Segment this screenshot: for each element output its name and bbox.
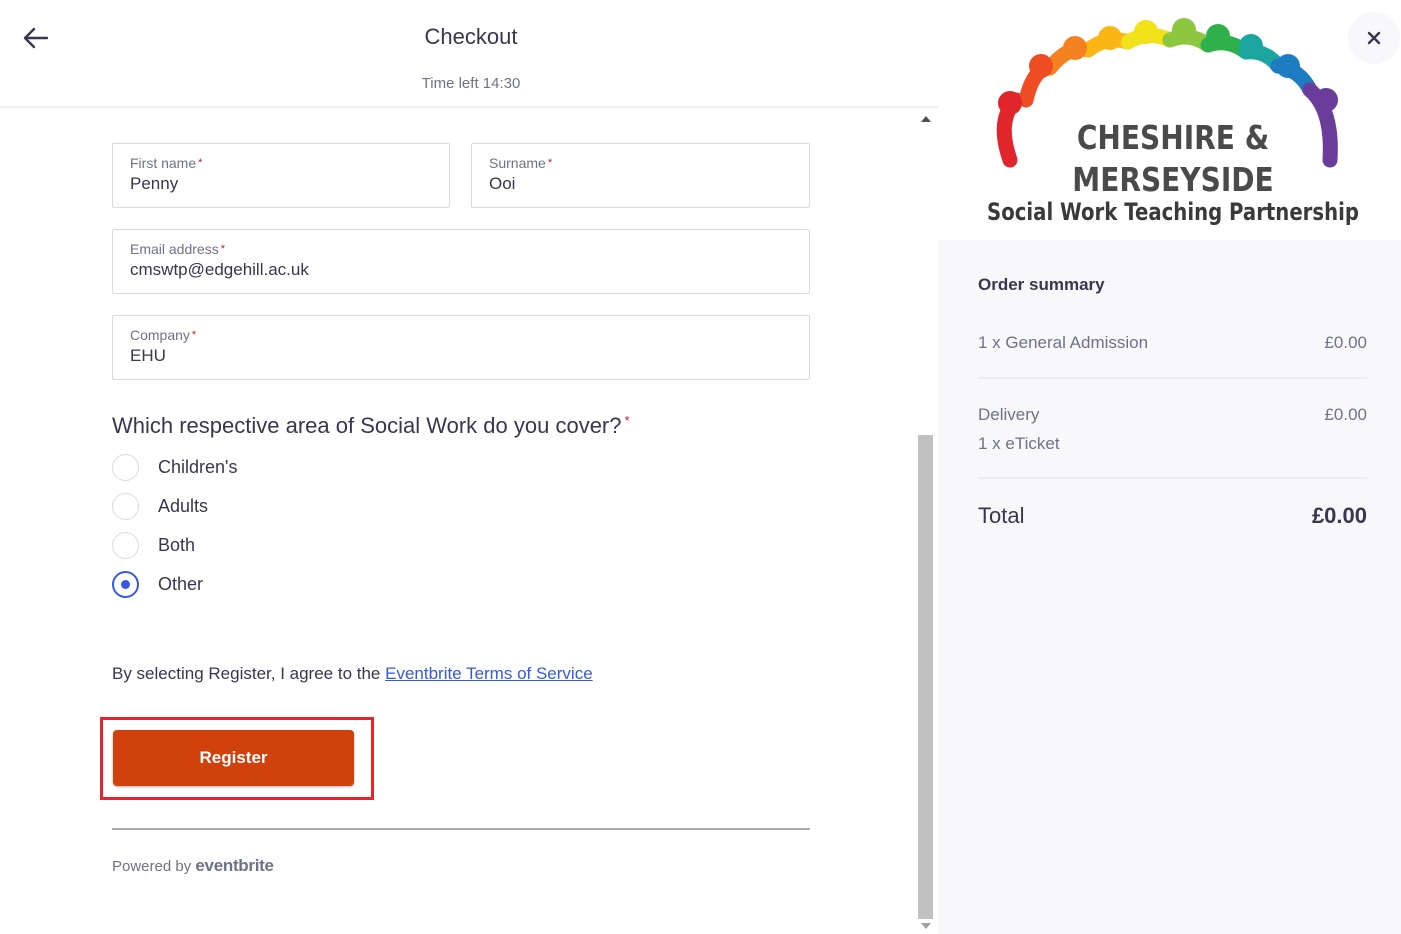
scroll-down-arrow-icon[interactable] bbox=[921, 923, 931, 929]
logo-line-2: MERSEYSIDE bbox=[1072, 160, 1274, 199]
company-field[interactable]: Company * EHU bbox=[112, 315, 810, 380]
radio-label: Adults bbox=[158, 495, 209, 516]
page-title: Checkout bbox=[424, 24, 518, 49]
surname-label: Surname bbox=[489, 155, 546, 171]
question-text: Which respective area of Social Work do … bbox=[112, 413, 622, 438]
terms-text: By selecting Register, I agree to the bbox=[112, 664, 381, 683]
order-summary-title: Order summary bbox=[978, 275, 1105, 294]
required-marker: * bbox=[220, 243, 225, 255]
total-amount: £0.00 bbox=[1311, 503, 1367, 528]
logo-line-1: CHESHIRE & bbox=[1076, 118, 1270, 157]
register-button[interactable]: Register bbox=[113, 730, 354, 786]
radio-button-selected[interactable] bbox=[112, 570, 139, 598]
time-left: Time left 14:30 bbox=[421, 75, 521, 92]
delivery-label: Delivery bbox=[978, 405, 1040, 424]
first-name-field[interactable]: First name * Penny bbox=[112, 143, 450, 208]
radio-option-both[interactable]: Both bbox=[112, 531, 195, 559]
terms-notice: By selecting Register, I agree to the Ev… bbox=[112, 664, 593, 684]
first-name-value[interactable]: Penny bbox=[130, 173, 432, 195]
email-label: Email address bbox=[130, 241, 219, 257]
radio-button[interactable] bbox=[112, 492, 139, 520]
close-icon bbox=[1367, 31, 1381, 45]
checkout-pane: Checkout Time left 14:30 First name * Pen… bbox=[0, 0, 938, 934]
eventbrite-logo[interactable]: eventbrite bbox=[195, 856, 274, 875]
scrollbar-thumb[interactable] bbox=[918, 435, 933, 919]
form-scroll-area[interactable]: First name * Penny Surname * Ooi Email add… bbox=[0, 110, 915, 934]
required-marker: * bbox=[624, 413, 630, 428]
order-sidebar: CHESHIRE & MERSEYSIDE Social Work Teachi… bbox=[938, 0, 1401, 934]
company-value[interactable]: EHU bbox=[130, 345, 792, 367]
radio-button[interactable] bbox=[112, 453, 139, 481]
email-value[interactable]: cmswtp@edgehill.ac.uk bbox=[130, 259, 792, 281]
line-item-amount: £0.00 bbox=[1324, 333, 1367, 352]
powered-by: Powered by eventbrite bbox=[112, 856, 274, 876]
radio-option-other[interactable]: Other bbox=[112, 570, 203, 598]
first-name-label: First name bbox=[130, 155, 197, 171]
radio-option-childrens[interactable]: Children's bbox=[112, 453, 237, 481]
total-row: Total £0.00 bbox=[978, 503, 1367, 529]
radio-option-adults[interactable]: Adults bbox=[112, 492, 208, 520]
summary-divider bbox=[978, 477, 1367, 479]
radio-label: Other bbox=[158, 573, 204, 594]
checkout-header: Checkout Time left 14:30 bbox=[0, 0, 938, 108]
powered-by-text: Powered by bbox=[112, 858, 192, 875]
order-line-item: 1 x General Admission £0.00 bbox=[978, 333, 1367, 353]
scroll-up-arrow-icon[interactable] bbox=[921, 116, 931, 122]
line-item-label: 1 x General Admission bbox=[978, 333, 1149, 352]
terms-of-service-link[interactable]: Eventbrite Terms of Service bbox=[385, 664, 593, 683]
delivery-amount: £0.00 bbox=[1324, 405, 1367, 424]
radio-label: Children's bbox=[158, 456, 238, 477]
logo-line-3: Social Work Teaching Partnership bbox=[987, 198, 1359, 226]
delivery-line: Delivery £0.00 bbox=[978, 405, 1367, 425]
company-label: Company bbox=[130, 327, 190, 343]
social-work-area-question: Which respective area of Social Work do … bbox=[112, 413, 630, 439]
required-marker: * bbox=[191, 329, 197, 341]
organizer-logo: CHESHIRE & MERSEYSIDE Social Work Teachi… bbox=[938, 0, 1401, 240]
delivery-sub: 1 x eTicket bbox=[978, 434, 1060, 453]
required-marker: * bbox=[547, 157, 553, 169]
close-button[interactable] bbox=[1348, 12, 1400, 64]
surname-value[interactable]: Ooi bbox=[489, 173, 792, 195]
total-label: Total bbox=[978, 503, 1025, 528]
required-marker: * bbox=[198, 157, 203, 169]
radio-button[interactable] bbox=[112, 531, 139, 559]
footer-divider bbox=[112, 828, 810, 830]
summary-divider bbox=[978, 377, 1367, 379]
email-field[interactable]: Email address * cmswtp@edgehill.ac.uk bbox=[112, 229, 810, 294]
surname-field[interactable]: Surname * Ooi bbox=[471, 143, 810, 208]
radio-label: Both bbox=[158, 534, 196, 555]
scrollbar[interactable] bbox=[915, 110, 937, 934]
